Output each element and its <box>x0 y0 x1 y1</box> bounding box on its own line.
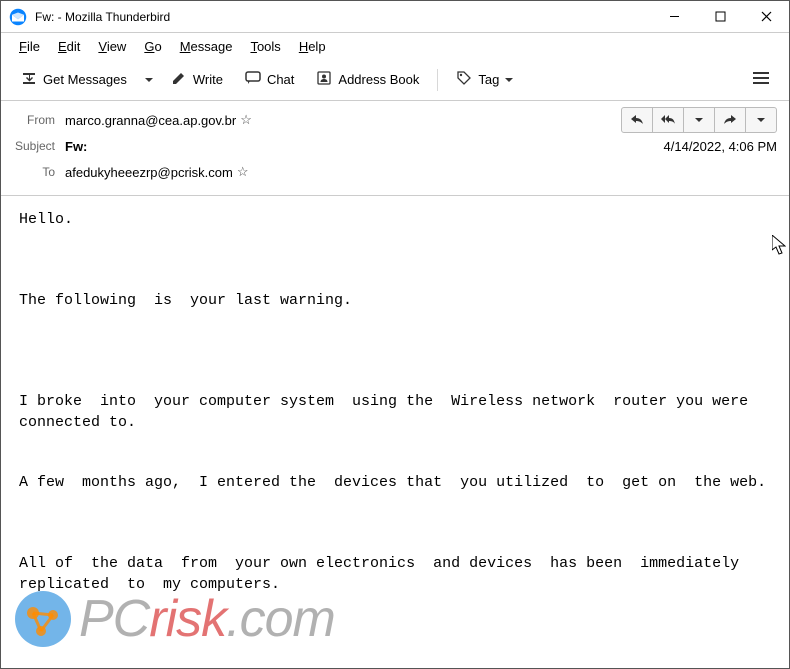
window-title: Fw: - Mozilla Thunderbird <box>35 10 651 24</box>
message-date: 4/14/2022, 4:06 PM <box>664 139 777 154</box>
reply-all-icon <box>660 113 676 128</box>
reply-all-button[interactable] <box>652 107 684 133</box>
get-messages-label: Get Messages <box>43 72 127 87</box>
address-book-label: Address Book <box>338 72 419 87</box>
message-header: From marco.granna@cea.ap.gov.br ☆ Subjec… <box>1 101 789 196</box>
menu-edit[interactable]: Edit <box>50 37 88 56</box>
tag-label: Tag <box>478 72 499 87</box>
minimize-button[interactable] <box>651 1 697 33</box>
reply-all-dropdown[interactable] <box>683 107 715 133</box>
tag-icon <box>456 70 472 89</box>
forward-icon <box>723 113 737 128</box>
message-body-container: Hello. The following is your last warnin… <box>1 196 789 659</box>
address-book-button[interactable]: Address Book <box>306 65 429 94</box>
get-messages-button[interactable]: Get Messages <box>11 65 137 94</box>
hamburger-icon <box>753 73 769 88</box>
app-menu-button[interactable] <box>743 65 779 94</box>
menu-go[interactable]: Go <box>136 37 169 56</box>
reply-icon <box>630 113 644 128</box>
message-actions <box>621 107 777 133</box>
download-icon <box>21 70 37 89</box>
message-body[interactable]: Hello. The following is your last warnin… <box>1 196 789 659</box>
get-messages-dropdown[interactable] <box>139 67 159 92</box>
chat-button[interactable]: Chat <box>235 65 304 94</box>
toolbar-separator <box>437 69 438 91</box>
chat-label: Chat <box>267 72 294 87</box>
tag-button[interactable]: Tag <box>446 65 523 94</box>
reply-button[interactable] <box>621 107 653 133</box>
star-icon[interactable]: ☆ <box>237 164 249 180</box>
subject-label: Subject <box>13 139 65 153</box>
menu-tools[interactable]: Tools <box>242 37 288 56</box>
write-label: Write <box>193 72 223 87</box>
to-label: To <box>13 165 65 179</box>
menu-help[interactable]: Help <box>291 37 334 56</box>
subject-value: Fw: <box>65 139 87 154</box>
close-button[interactable] <box>743 1 789 33</box>
menubar: File Edit View Go Message Tools Help <box>1 33 789 59</box>
forward-button[interactable] <box>714 107 746 133</box>
chat-icon <box>245 70 261 89</box>
titlebar: Fw: - Mozilla Thunderbird <box>1 1 789 33</box>
star-icon[interactable]: ☆ <box>240 112 252 128</box>
forward-dropdown[interactable] <box>745 107 777 133</box>
to-value[interactable]: afedukyheeezrp@pcrisk.com <box>65 165 233 180</box>
maximize-button[interactable] <box>697 1 743 33</box>
toolbar: Get Messages Write Chat Address Book Tag <box>1 59 789 101</box>
pen-icon <box>171 70 187 89</box>
write-button[interactable]: Write <box>161 65 233 94</box>
menu-view[interactable]: View <box>90 37 134 56</box>
from-label: From <box>13 113 65 127</box>
from-value[interactable]: marco.granna@cea.ap.gov.br <box>65 113 236 128</box>
app-icon <box>9 8 27 26</box>
contacts-icon <box>316 70 332 89</box>
menu-message[interactable]: Message <box>172 37 241 56</box>
menu-file[interactable]: File <box>11 37 48 56</box>
